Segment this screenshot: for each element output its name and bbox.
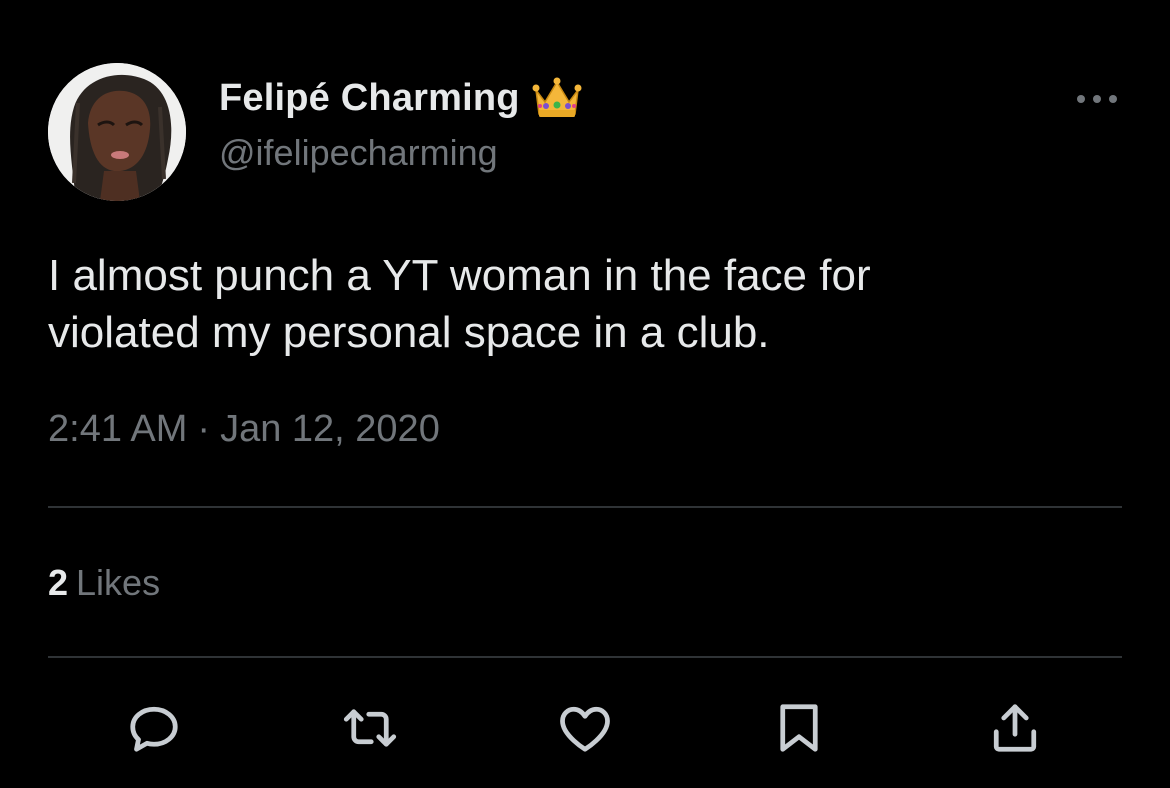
like-button[interactable] — [553, 696, 617, 760]
tweet-date: Jan 12, 2020 — [220, 408, 440, 450]
share-icon — [993, 704, 1037, 752]
divider — [48, 506, 1122, 508]
tweet-text: I almost punch a YT woman in the face fo… — [48, 251, 871, 357]
divider — [48, 656, 1122, 658]
share-button[interactable] — [983, 696, 1047, 760]
retweet-button[interactable] — [338, 696, 402, 760]
tweet-time: 2:41 AM — [48, 408, 188, 450]
crown-icon — [532, 76, 582, 120]
reply-button[interactable] — [122, 696, 186, 760]
bookmark-icon — [780, 704, 818, 752]
author-name-row[interactable]: Felipé Charming — [219, 72, 582, 124]
bookmark-button[interactable] — [767, 696, 831, 760]
likes-count: 2 — [48, 562, 69, 603]
author-handle[interactable]: @ifelipecharming — [219, 132, 498, 174]
meta-separator: · — [197, 408, 211, 450]
heart-icon — [560, 706, 610, 752]
more-icon — [1077, 95, 1117, 103]
avatar[interactable] — [48, 63, 186, 201]
author-display-name[interactable]: Felipé Charming — [219, 77, 520, 120]
tweet-timestamp[interactable]: 2:41 AM · Jan 12, 2020 — [48, 408, 440, 451]
more-options-button[interactable] — [1072, 84, 1122, 114]
likes-label: Likes — [76, 562, 161, 603]
profile-photo — [48, 63, 186, 201]
reply-icon — [130, 706, 178, 752]
retweet-icon — [343, 709, 397, 747]
likes-stat[interactable]: 2 Likes — [48, 562, 160, 604]
